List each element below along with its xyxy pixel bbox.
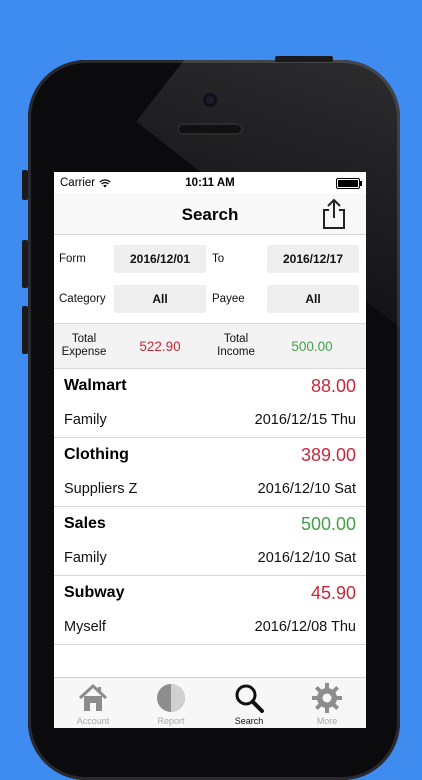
entry-category: Family	[64, 550, 107, 566]
magnifier-icon	[235, 684, 264, 713]
total-expense-label: Total Expense	[54, 333, 114, 359]
filter-panel: Form 2016/12/01 To 2016/12/17 Category A…	[54, 235, 366, 324]
entry-name: Sales	[64, 515, 106, 532]
date-range-row: Form 2016/12/01 To 2016/12/17	[58, 239, 362, 279]
category-label: Category	[59, 293, 106, 305]
front-camera	[203, 93, 217, 107]
tab-search-label: Search	[234, 716, 264, 726]
list-item[interactable]: Walmart 88.00 Family 2016/12/15 Thu	[54, 369, 366, 438]
list-item[interactable]: Sales 500.00 Family 2016/12/10 Sat	[54, 507, 366, 576]
total-income-label-line2: Income	[217, 346, 255, 358]
from-label: Form	[59, 253, 86, 265]
entry-name: Subway	[64, 584, 125, 601]
total-income-value: 500.00	[291, 338, 333, 354]
list-item[interactable]: Clothing 389.00 Suppliers Z 2016/12/10 Sat	[54, 438, 366, 507]
share-icon[interactable]	[320, 198, 348, 230]
mute-switch	[22, 170, 28, 200]
tab-search[interactable]: Search	[210, 678, 288, 728]
entry-amount: 389.00	[300, 444, 356, 465]
entry-amount: 88.00	[310, 375, 356, 396]
battery-icon	[336, 178, 362, 189]
entry-category: Family	[64, 412, 107, 428]
status-bar: Carrier 10:11 AM	[54, 172, 366, 194]
clock: 10:11 AM	[185, 177, 235, 189]
app-screen: Carrier 10:11 AM Search Form 2016/12/01 …	[54, 172, 366, 728]
total-income-label: Total Income	[206, 333, 266, 359]
totals-row: Total Expense 522.90 Total Income 500.00	[54, 324, 366, 369]
to-label: To	[212, 253, 225, 265]
entry-amount: 500.00	[300, 513, 356, 534]
from-date-field[interactable]: 2016/12/01	[114, 245, 206, 273]
gear-icon	[312, 683, 342, 713]
tab-report[interactable]: Report	[132, 678, 210, 728]
entry-name: Clothing	[64, 446, 129, 463]
tab-bar: Account Report Search More	[54, 677, 366, 728]
nav-bar: Search	[54, 194, 366, 235]
total-income-label-line1: Total	[223, 333, 249, 345]
earpiece-speaker	[177, 123, 243, 135]
to-date-field[interactable]: 2016/12/17	[267, 245, 359, 273]
volume-up-button	[22, 240, 28, 288]
transaction-list: Walmart 88.00 Family 2016/12/15 Thu Clothi…	[54, 369, 366, 645]
total-expense-value: 522.90	[139, 338, 181, 354]
pie-chart-icon	[157, 684, 185, 712]
tab-account[interactable]: Account	[54, 678, 132, 728]
tab-more-label: More	[316, 716, 338, 726]
category-select[interactable]: All	[114, 285, 206, 313]
entry-date: 2016/12/08 Thu	[254, 619, 356, 635]
list-item[interactable]: Subway 45.90 Myself 2016/12/08 Thu	[54, 576, 366, 645]
payee-label: Payee	[212, 293, 245, 305]
entry-category: Suppliers Z	[64, 481, 138, 497]
entry-category: Myself	[64, 619, 106, 635]
tab-report-label: Report	[157, 716, 185, 726]
tab-account-label: Account	[76, 716, 110, 726]
entry-amount: 45.90	[310, 582, 356, 603]
entry-date: 2016/12/15 Thu	[254, 412, 356, 428]
total-expense-label-line1: Total	[71, 333, 97, 345]
category-payee-row: Category All Payee All	[58, 279, 362, 319]
tab-more[interactable]: More	[288, 678, 366, 728]
entry-date: 2016/12/10 Sat	[257, 481, 356, 497]
entry-date: 2016/12/10 Sat	[257, 550, 356, 566]
payee-select[interactable]: All	[267, 285, 359, 313]
house-icon	[78, 683, 108, 711]
power-button	[275, 56, 333, 62]
total-expense-label-line2: Expense	[61, 346, 107, 358]
entry-name: Walmart	[64, 377, 127, 394]
volume-down-button	[22, 306, 28, 354]
